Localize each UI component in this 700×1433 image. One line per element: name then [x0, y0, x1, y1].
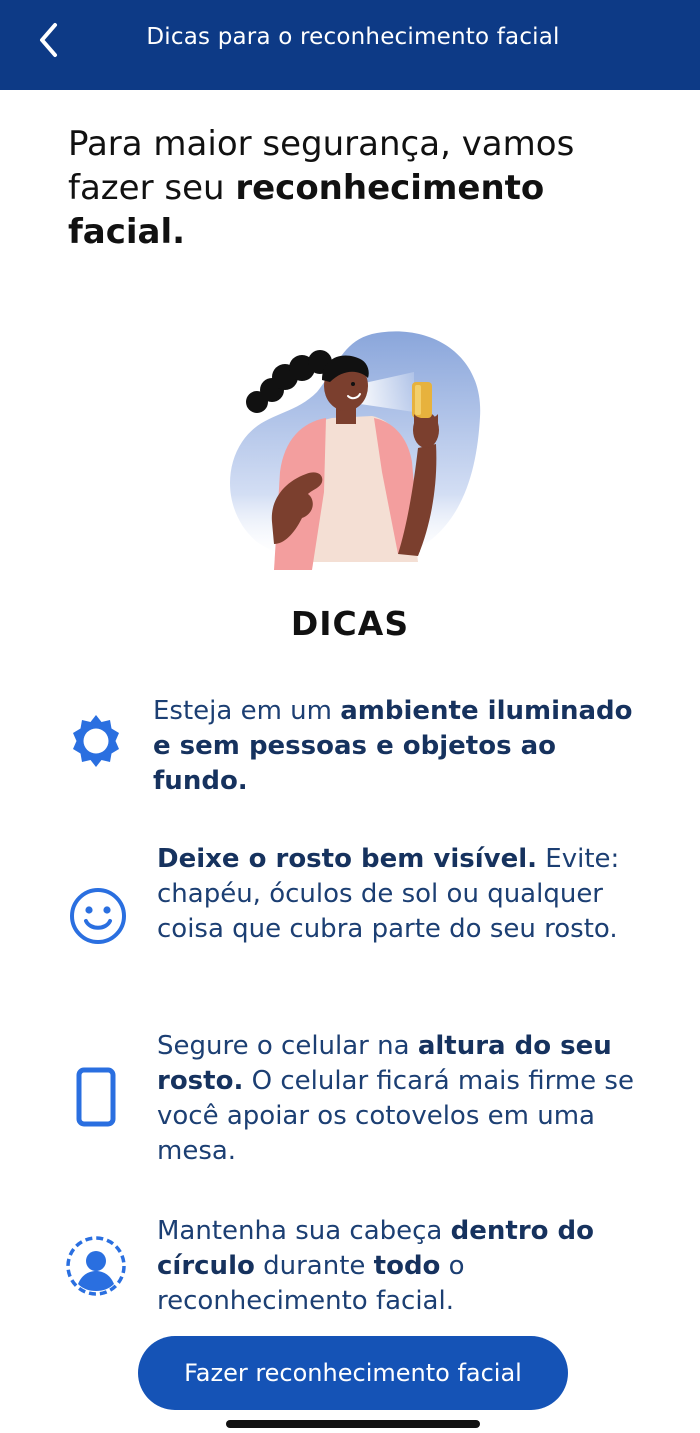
headline: Para maior segurança, vamos fazer seu re…	[68, 122, 628, 254]
face-circle-icon-wrap	[64, 1234, 128, 1298]
cta-label: Fazer reconhecimento facial	[184, 1359, 522, 1387]
tip-text-lighting: Esteja em um ambiente iluminado e sem pe…	[153, 694, 653, 799]
tips-title: DICAS	[290, 604, 410, 643]
smiley-icon-wrap	[66, 884, 130, 948]
face-circle-icon	[66, 1236, 126, 1296]
tip-text-face-visible: Deixe o rosto bem visível. Evite: chapéu…	[157, 842, 657, 947]
tip-text-segment: Esteja em um	[153, 696, 341, 726]
start-facial-recognition-button[interactable]: Fazer reconhecimento facial	[138, 1336, 568, 1410]
tip-text-bold: todo	[373, 1251, 441, 1281]
tip-text-phone-height: Segure o celular na altura do seu rosto.…	[157, 1029, 657, 1169]
home-indicator	[226, 1420, 480, 1428]
tip-text-segment: Mantenha sua cabeça	[157, 1216, 451, 1246]
top-bar: Dicas para o reconhecimento facial	[0, 0, 700, 90]
smartphone-icon	[76, 1067, 116, 1127]
tip-text-segment: Segure o celular na	[157, 1031, 418, 1061]
woman-selfie-illustration	[230, 331, 481, 570]
smartphone-icon-wrap	[64, 1065, 128, 1129]
tip-text-bold: Deixe o rosto bem visível.	[157, 844, 538, 874]
page-title: Dicas para o reconhecimento facial	[146, 24, 560, 50]
tip-text-head-in-circle: Mantenha sua cabeça dentro do círculo du…	[157, 1214, 657, 1319]
smiley-icon	[70, 888, 126, 944]
sun-icon-wrap	[64, 710, 128, 774]
tip-text-segment: durante	[254, 1251, 374, 1281]
sun-icon	[73, 715, 119, 767]
